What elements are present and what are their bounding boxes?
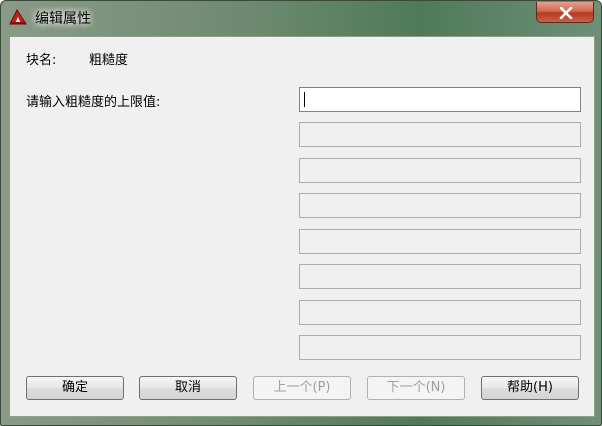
- attribute-field-8: [299, 335, 581, 360]
- close-icon: [559, 7, 573, 19]
- attribute-field-4: [299, 193, 581, 218]
- close-button[interactable]: [536, 2, 594, 23]
- upper-limit-input[interactable]: [299, 87, 581, 112]
- text-caret: [304, 92, 305, 107]
- ok-button[interactable]: 确定: [26, 376, 124, 400]
- cancel-button[interactable]: 取消: [139, 376, 237, 400]
- edit-attributes-dialog: 编辑属性 块名: 粗糙度 请输入粗糙度的上限值: 确定 取消 上一个(P) 下一…: [0, 0, 602, 426]
- window-title: 编辑属性: [35, 11, 91, 27]
- attribute-field-3: [299, 158, 581, 183]
- title-bar[interactable]: 编辑属性: [1, 1, 601, 35]
- attribute-field-5: [299, 229, 581, 254]
- attribute-field-6: [299, 264, 581, 289]
- help-button[interactable]: 帮助(H): [481, 376, 579, 400]
- dialog-body: 块名: 粗糙度 请输入粗糙度的上限值: 确定 取消 上一个(P) 下一个(N) …: [9, 36, 595, 417]
- block-name-value: 粗糙度: [89, 53, 129, 68]
- prompt-label: 请输入粗糙度的上限值:: [26, 95, 161, 110]
- previous-button[interactable]: 上一个(P): [253, 376, 351, 400]
- autocad-icon: [9, 8, 27, 25]
- attribute-field-7: [299, 300, 581, 325]
- next-button[interactable]: 下一个(N): [367, 376, 465, 400]
- attribute-field-2: [299, 122, 581, 147]
- block-name-label: 块名:: [26, 53, 57, 68]
